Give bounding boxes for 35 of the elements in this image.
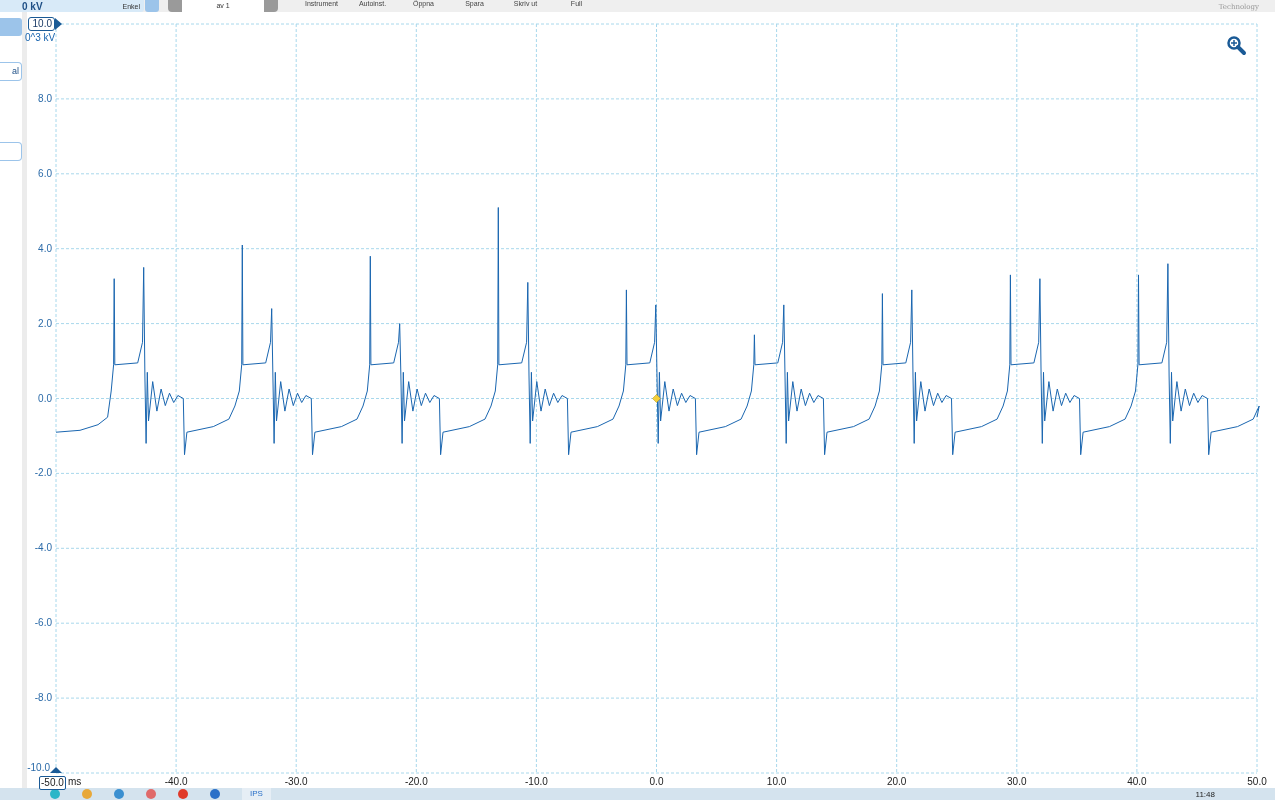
y-tick-label: -2.0 bbox=[34, 467, 52, 480]
trigger-marker[interactable] bbox=[652, 394, 661, 403]
y-tick-label: 6.0 bbox=[38, 167, 52, 180]
voltage-reading: 0 kV bbox=[22, 0, 43, 12]
app-icon[interactable] bbox=[178, 789, 188, 799]
axis-unit: 0^3 kV bbox=[25, 32, 56, 44]
scale-handle[interactable] bbox=[50, 767, 62, 773]
x-tick-label: 0.0 bbox=[649, 776, 664, 788]
y-tick-label: -4.0 bbox=[34, 542, 52, 555]
taskbar-app[interactable]: IPS bbox=[242, 788, 271, 800]
axis-unit: ms bbox=[68, 776, 82, 788]
x-tick-label: -30.0 bbox=[284, 776, 308, 788]
x-start-field[interactable]: -50.0 bbox=[39, 776, 66, 790]
y-tick-label: -6.0 bbox=[34, 617, 52, 630]
x-tick-label: -10.0 bbox=[525, 776, 548, 788]
y-tick-label: 0.0 bbox=[38, 392, 52, 405]
y-tick-label: -10.0 bbox=[27, 762, 50, 774]
app-icon[interactable] bbox=[146, 789, 156, 799]
app-icon[interactable] bbox=[50, 789, 60, 799]
y-tick-label: 2.0 bbox=[38, 317, 52, 330]
x-tick-label: 50.0 bbox=[1247, 776, 1267, 788]
app-icon[interactable] bbox=[210, 789, 220, 799]
axis-max-field[interactable]: 10.0 bbox=[28, 17, 55, 31]
y-tick-label: -8.0 bbox=[34, 692, 52, 705]
y-tick-label: 8.0 bbox=[38, 92, 52, 105]
y-tick-label: 4.0 bbox=[38, 242, 52, 255]
x-tick-label: 10.0 bbox=[766, 776, 787, 788]
app-icon[interactable] bbox=[114, 789, 124, 799]
x-tick-label: -20.0 bbox=[404, 776, 428, 788]
x-tick-label: 30.0 bbox=[1007, 776, 1027, 788]
zoom-icon[interactable] bbox=[1227, 36, 1246, 55]
x-tick-label: 40.0 bbox=[1127, 776, 1147, 788]
x-tick-label: -40.0 bbox=[164, 776, 188, 788]
clock-time: 11:48 bbox=[1195, 789, 1215, 799]
x-tick-label: 20.0 bbox=[886, 776, 907, 788]
